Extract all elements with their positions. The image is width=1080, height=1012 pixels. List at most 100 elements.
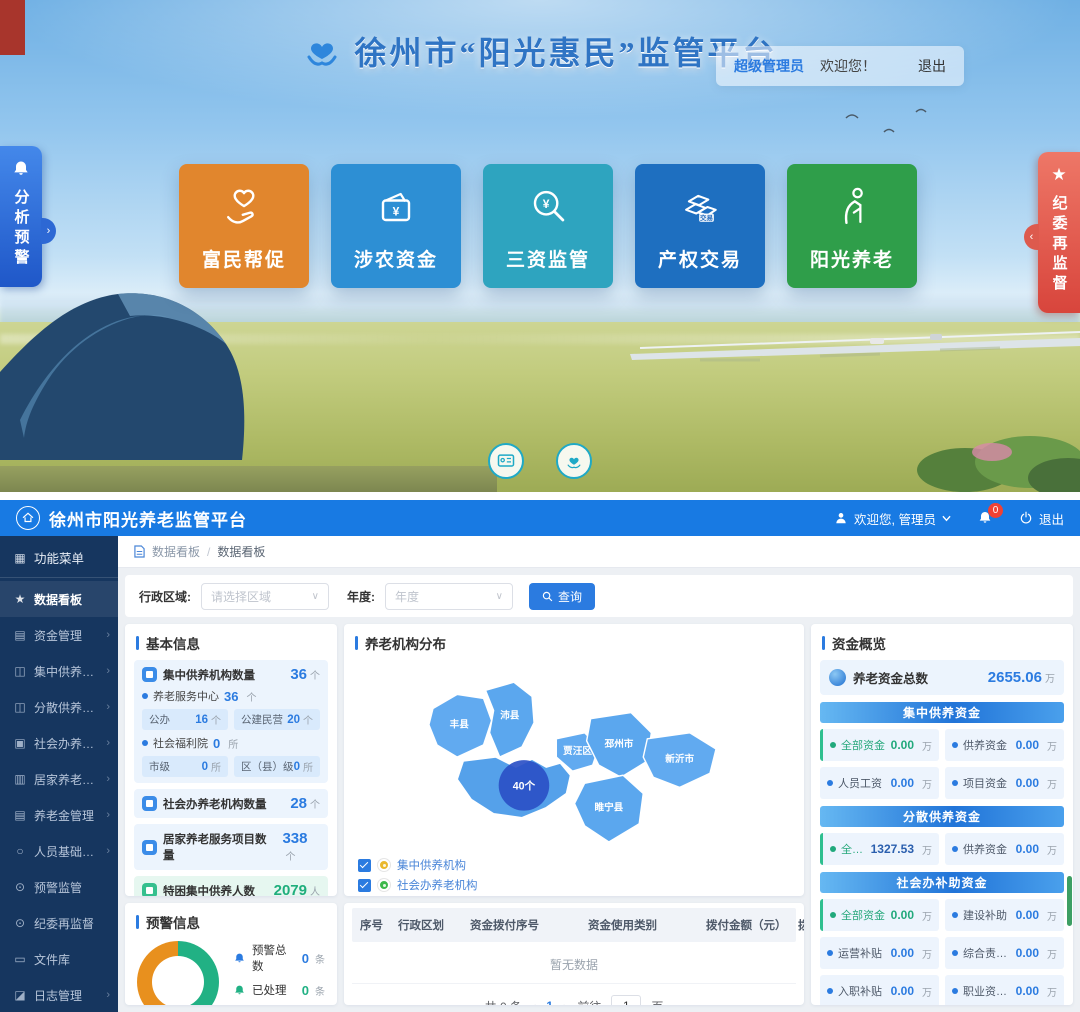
region-select-placeholder: 请选择区域 [211, 588, 271, 605]
tile-chanquan-jiaoyi[interactable]: 交易 产权交易 [635, 164, 765, 288]
logout-button[interactable]: 退出 [1019, 509, 1064, 528]
chevron-right-icon: › [106, 809, 110, 821]
stat-pill: 市级 0 所 [142, 756, 228, 777]
bullet-dot [952, 780, 958, 786]
funds-item-label: 人员工资 [838, 775, 882, 791]
table-header-cell: 拨付日期 [790, 908, 804, 942]
funds-item-card: 建设补助 0.00 万 [945, 899, 1064, 931]
sidebar-item[interactable]: ▦ 功能菜单 › [0, 538, 118, 578]
pill-label: 区（县）级 [241, 759, 294, 774]
discipline-supervision-tab[interactable]: ★ 纪委再监督 ‹ [1038, 152, 1080, 313]
region-select[interactable]: 请选择区域 ∨ [201, 583, 329, 610]
tile-yangguang-yanglao[interactable]: 阳光养老 [787, 164, 917, 288]
car [870, 338, 884, 344]
sidebar-item[interactable]: ▣ 社会办养老机构 › [0, 725, 118, 761]
funds-item-label: 供养资金 [963, 737, 1007, 753]
analysis-warning-tab[interactable]: 分析预警 › [0, 146, 42, 287]
funds-item-label: 运营补贴 [838, 945, 882, 961]
bullet-dot [830, 912, 836, 918]
alert-icon: ⊙ [13, 880, 27, 894]
funds-item-label: 建设补助 [963, 907, 1007, 923]
hero-logout-button[interactable]: 退出 [918, 56, 946, 76]
section-divider [0, 492, 1080, 500]
breadcrumb-separator: / [207, 545, 210, 559]
funds-item-card: 供养资金 0.00 万 [945, 833, 1064, 865]
pagination-page-button[interactable]: 1 [546, 999, 553, 1005]
user-menu[interactable]: 欢迎您, 管理员 [834, 509, 951, 528]
funds-item-label: 项目资金 [963, 775, 1007, 791]
map-pin-icon [378, 879, 390, 891]
table-header-cell: 拨付金额（元） [698, 908, 790, 942]
breadcrumb-current: 数据看板 [217, 543, 265, 560]
sidebar-item[interactable]: ★ 数据看板 › [0, 581, 118, 617]
platform-logo-icon [302, 31, 342, 71]
basic-info-panel: 基本信息 集中供养机构数量 36个 [125, 624, 337, 896]
notification-bell-button[interactable]: 0 [977, 510, 993, 526]
year-select-placeholder: 年度 [395, 588, 419, 605]
map-title-row: 养老机构分布 [344, 624, 804, 660]
pagination-total: 共 0 条 [485, 998, 522, 1006]
year-select[interactable]: 年度 ∨ [385, 583, 513, 610]
tile-sanzi-jianguan[interactable]: ¥ 三资监管 [483, 164, 613, 288]
sidebar-item[interactable]: ▭ 文件库 › [0, 941, 118, 977]
sidebar-item[interactable]: ▥ 居家养老服务项目 › [0, 761, 118, 797]
filter-bar: 行政区域: 请选择区域 ∨ 年度: 年度 ∨ 查询 [125, 575, 1073, 617]
tile-label: 产权交易 [658, 245, 742, 272]
sidebar-item-label: 数据看板 [34, 591, 82, 608]
sub-value: 36 [224, 689, 238, 704]
sidebar-item[interactable]: ▤ 养老金管理 › [0, 797, 118, 833]
sidebar-item[interactable]: ◫ 集中供养资金 › [0, 653, 118, 689]
scrollbar[interactable] [1067, 624, 1072, 1005]
sidebar-item-label: 纪委再监督 [34, 915, 94, 932]
pill-label: 市级 [149, 759, 170, 774]
sidebar-item[interactable]: ⊙ 纪委再监督 › [0, 905, 118, 941]
scrollbar-thumb[interactable] [1067, 876, 1072, 926]
funds-item-label: 全部资金 [841, 907, 885, 923]
sidebar-item[interactable]: ○ 人员基础信息 › [0, 833, 118, 869]
breadcrumb-root[interactable]: 数据看板 [152, 543, 200, 560]
funds-section-banner: 社会办补助资金 [820, 872, 1064, 893]
tile-fumin-bangcu[interactable]: 富民帮促 [179, 164, 309, 288]
table-header-row: 序号 行政区划 资金拨付序号 资金使用类别 拨付金额（元） 拨付日期 [352, 908, 796, 942]
stat-card: 集中供养机构数量 36个 养老服务中心 36 个 [134, 660, 328, 783]
sidebar-item[interactable]: ◪ 日志管理 › [0, 977, 118, 1012]
funds-item-card: 项目资金 0.00 万 [945, 767, 1064, 799]
folder-icon: ◫ [13, 700, 27, 714]
table-header-cell: 行政区划 [390, 908, 462, 942]
funds-item-value: 0.00 [891, 984, 914, 998]
bullet-dot [952, 912, 958, 918]
map-legend-item[interactable]: 集中供养机构 [358, 857, 790, 873]
stat-value: 2079人 [274, 882, 320, 896]
bullet-dot [952, 950, 958, 956]
funds-overview-panel: 资金概览 养老资金总数 2655.06万 集中供养资金 [811, 624, 1073, 1005]
pagination-prev-button[interactable]: ‹ [532, 999, 536, 1006]
funds-item-label: 供养资金 [963, 841, 1007, 857]
id-card-button[interactable] [488, 443, 524, 479]
flowers [972, 443, 1012, 461]
tab-label: 纪委再监督 [1049, 195, 1070, 295]
svg-text:¥: ¥ [543, 196, 550, 210]
funds-item-unit: 万 [922, 946, 932, 961]
sidebar-item[interactable]: ▤ 资金管理 › [0, 617, 118, 653]
sidebar-item[interactable]: ⊙ 预警监管 › [0, 869, 118, 905]
document-icon [134, 545, 145, 558]
map-legend-item[interactable]: 社会办养老机构 [358, 877, 790, 893]
checkbox-checked-icon[interactable] [358, 879, 371, 892]
sidebar-item[interactable]: ◫ 分散供养资金 › [0, 689, 118, 725]
bullet-dot [827, 988, 833, 994]
sidebar-item-label: 预警监管 [34, 879, 82, 896]
stat-subrow: 社会福利院 0 所 [142, 735, 320, 751]
pagination-next-button[interactable]: › [563, 999, 567, 1006]
tile-shenong-zijin[interactable]: ¥ 涉农资金 [331, 164, 461, 288]
warning-stat-label: 预警总数 [252, 942, 296, 974]
checkbox-checked-icon[interactable] [358, 859, 371, 872]
pagination-goto-input[interactable]: 1 [611, 995, 641, 1005]
notification-badge: 0 [988, 503, 1003, 518]
funds-item-value: 0.00 [1016, 984, 1039, 998]
funds-section-banner: 集中供养资金 [820, 702, 1064, 723]
search-button[interactable]: 查询 [529, 583, 595, 610]
heart-hands-button[interactable] [556, 443, 592, 479]
stat-pill: 公办 16 个 [142, 709, 228, 730]
map-region-label: 沛县 [500, 710, 520, 722]
xuzhou-district-map[interactable]: 丰县沛县贾汪区邳州市新沂市睢宁县40个 [344, 660, 804, 857]
